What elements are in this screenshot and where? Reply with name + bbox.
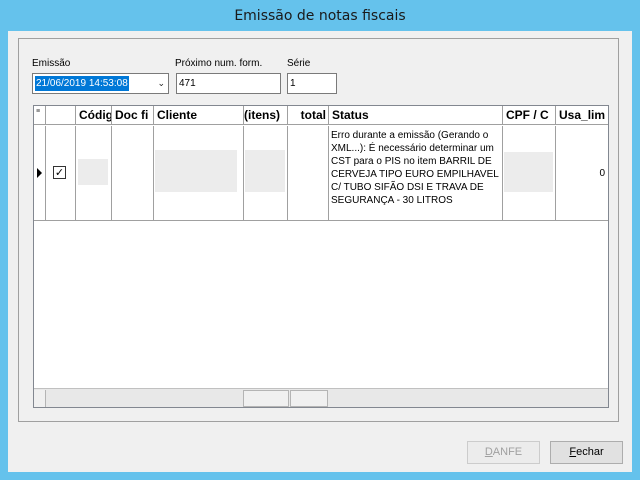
grid-header: ≡ Códig Doc fi Cliente (itens) total Sta… (34, 106, 608, 125)
cell-cpf-empty (504, 152, 553, 192)
row-selector-arrow-icon (37, 168, 42, 178)
scrollbar-thumb[interactable] (243, 390, 289, 407)
cell-total[interactable] (288, 126, 329, 221)
cell-codigo[interactable] (76, 126, 112, 221)
scrollbar-thumb-segment[interactable] (290, 390, 328, 407)
column-header-cpf[interactable]: CPF / C (503, 106, 556, 125)
column-header-codigo[interactable]: Códig (76, 106, 112, 125)
checkbox-checked-icon[interactable]: ✓ (53, 166, 66, 179)
cell-usa-lim[interactable]: 0 (556, 126, 608, 221)
fechar-button[interactable]: Fechar (550, 441, 623, 464)
column-chooser-icon: ≡ (36, 108, 41, 115)
column-header-total[interactable]: total (288, 106, 329, 125)
column-header-doc-fiscal[interactable]: Doc fi (112, 106, 154, 125)
proximo-num-label: Próximo num. form. (175, 58, 263, 69)
cell-cliente[interactable] (154, 126, 244, 221)
proximo-num-input[interactable]: 471 (176, 73, 281, 94)
danfe-label: ANFE (492, 446, 523, 458)
notes-grid[interactable]: ≡ Códig Doc fi Cliente (itens) total Sta… (33, 105, 609, 408)
fechar-label: echar (576, 446, 604, 458)
column-header-usa-lim[interactable]: Usa_lim (556, 106, 608, 125)
cell-cliente-empty (155, 150, 237, 192)
horizontal-scrollbar[interactable] (34, 388, 608, 407)
chevron-down-icon[interactable]: ⌄ (157, 74, 165, 93)
danfe-mnemonic: D (484, 446, 493, 458)
column-chooser-button[interactable]: ≡ (34, 106, 46, 125)
cell-codigo-empty (78, 159, 108, 185)
table-row[interactable]: ✓ Erro durante a emissão (Gerando o XML.… (34, 126, 608, 221)
column-header-cliente[interactable]: Cliente (154, 106, 244, 125)
scrollbar-corner (34, 390, 46, 407)
cell-itens-empty (245, 150, 285, 192)
emissao-combobox[interactable]: 21/06/2019 14:53:08 ⌄ (32, 73, 169, 94)
status-message: Erro durante a emissão (Gerando o XML...… (331, 130, 499, 206)
serie-label: Série (287, 58, 311, 69)
window-title: Emissão de notas fiscais (234, 8, 406, 24)
row-selector[interactable] (34, 126, 46, 221)
cell-itens[interactable] (244, 126, 288, 221)
usa-lim-value: 0 (599, 168, 605, 179)
row-checkbox-cell[interactable]: ✓ (46, 126, 76, 221)
serie-input[interactable]: 1 (287, 73, 337, 94)
column-header-checkbox[interactable] (46, 106, 76, 125)
column-header-status[interactable]: Status (329, 106, 503, 125)
window-client-area: Emissão 21/06/2019 14:53:08 ⌄ Próximo nu… (8, 31, 632, 472)
cell-cpf[interactable] (503, 126, 556, 221)
danfe-button[interactable]: DANFE (467, 441, 540, 464)
cell-doc-fiscal[interactable] (112, 126, 154, 221)
cell-status[interactable]: Erro durante a emissão (Gerando o XML...… (329, 126, 503, 221)
window-frame: Emissão de notas fiscais Emissão 21/06/2… (0, 0, 640, 480)
emissao-value: 21/06/2019 14:53:08 (35, 76, 129, 91)
main-panel: Emissão 21/06/2019 14:53:08 ⌄ Próximo nu… (18, 38, 619, 422)
column-header-itens[interactable]: (itens) (244, 106, 288, 125)
emissao-label: Emissão (32, 58, 71, 69)
